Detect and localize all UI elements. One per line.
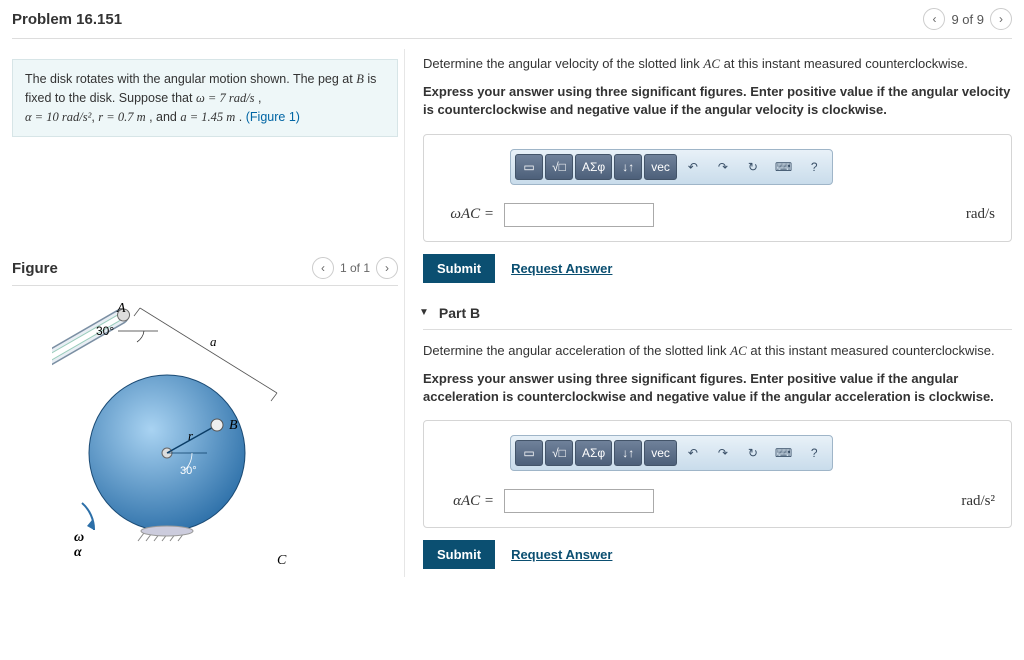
prev-figure-button[interactable]: ‹ — [312, 257, 334, 279]
part-b-submit-button[interactable]: Submit — [423, 540, 495, 569]
figure-heading: Figure — [12, 260, 58, 277]
part-b-prompt-1: Determine the angular acceleration of th… — [423, 342, 1012, 360]
redo-button[interactable]: ↷ — [709, 440, 737, 466]
template-button[interactable]: ▭ — [515, 440, 543, 466]
redo-button[interactable]: ↷ — [709, 154, 737, 180]
part-a-input[interactable] — [504, 203, 654, 227]
greek-button[interactable]: ΑΣφ — [575, 154, 612, 180]
template-button[interactable]: ▭ — [515, 154, 543, 180]
part-a-answer-panel: ▭ √□ ΑΣφ ↓↑ vec ↶ ↷ ↻ ⌨ ? ωAC = rad/s — [423, 134, 1012, 242]
help-button[interactable]: ? — [800, 440, 828, 466]
figure-diagram: r B A C a 30° — [52, 298, 398, 571]
vector-button[interactable]: vec — [644, 154, 677, 180]
prev-problem-button[interactable]: ‹ — [923, 8, 945, 30]
reset-button[interactable]: ↻ — [739, 154, 767, 180]
part-b-header[interactable]: ▼ Part B — [419, 305, 1012, 321]
part-a-variable: ωAC = — [440, 206, 494, 223]
undo-button[interactable]: ↶ — [679, 154, 707, 180]
next-figure-button[interactable]: › — [376, 257, 398, 279]
help-button[interactable]: ? — [800, 154, 828, 180]
svg-text:30°: 30° — [180, 465, 197, 477]
root-button[interactable]: √□ — [545, 154, 573, 180]
svg-text:A: A — [116, 301, 126, 316]
reset-button[interactable]: ↻ — [739, 440, 767, 466]
svg-text:α: α — [74, 545, 82, 560]
equation-toolbar-b: ▭ √□ ΑΣφ ↓↑ vec ↶ ↷ ↻ ⌨ ? — [510, 435, 833, 471]
svg-text:30°: 30° — [96, 324, 114, 338]
subscript-button[interactable]: ↓↑ — [614, 440, 642, 466]
undo-button[interactable]: ↶ — [679, 440, 707, 466]
svg-text:C: C — [277, 553, 287, 568]
part-b-label: Part B — [439, 305, 480, 321]
svg-text:ω: ω — [74, 530, 84, 545]
part-b-variable: αAC = — [440, 493, 494, 510]
part-b-input[interactable] — [504, 489, 654, 513]
page-counter: 9 of 9 — [951, 12, 984, 27]
figure-link[interactable]: (Figure 1) — [246, 110, 300, 124]
problem-pager: ‹ 9 of 9 › — [923, 8, 1012, 30]
problem-title: Problem 16.151 — [12, 11, 122, 28]
part-a-prompt-2: Express your answer using three signific… — [423, 83, 1012, 119]
part-b-unit: rad/s² — [961, 493, 995, 510]
part-a-prompt-1: Determine the angular velocity of the sl… — [423, 55, 1012, 73]
next-problem-button[interactable]: › — [990, 8, 1012, 30]
equation-toolbar-a: ▭ √□ ΑΣφ ↓↑ vec ↶ ↷ ↻ ⌨ ? — [510, 149, 833, 185]
part-a-request-answer-link[interactable]: Request Answer — [511, 261, 612, 276]
collapse-icon: ▼ — [419, 307, 429, 318]
svg-text:B: B — [229, 418, 238, 433]
part-b-request-answer-link[interactable]: Request Answer — [511, 547, 612, 562]
figure-counter: 1 of 1 — [340, 261, 370, 275]
problem-statement: The disk rotates with the angular motion… — [12, 59, 398, 137]
part-b-prompt-2: Express your answer using three signific… — [423, 370, 1012, 406]
svg-text:a: a — [210, 334, 217, 349]
greek-button[interactable]: ΑΣφ — [575, 440, 612, 466]
part-b-answer-panel: ▭ √□ ΑΣφ ↓↑ vec ↶ ↷ ↻ ⌨ ? αAC = rad/s² — [423, 420, 1012, 528]
keyboard-button[interactable]: ⌨ — [769, 154, 798, 180]
subscript-button[interactable]: ↓↑ — [614, 154, 642, 180]
part-a-unit: rad/s — [966, 206, 995, 223]
vector-button[interactable]: vec — [644, 440, 677, 466]
keyboard-button[interactable]: ⌨ — [769, 440, 798, 466]
part-a-submit-button[interactable]: Submit — [423, 254, 495, 283]
root-button[interactable]: √□ — [545, 440, 573, 466]
